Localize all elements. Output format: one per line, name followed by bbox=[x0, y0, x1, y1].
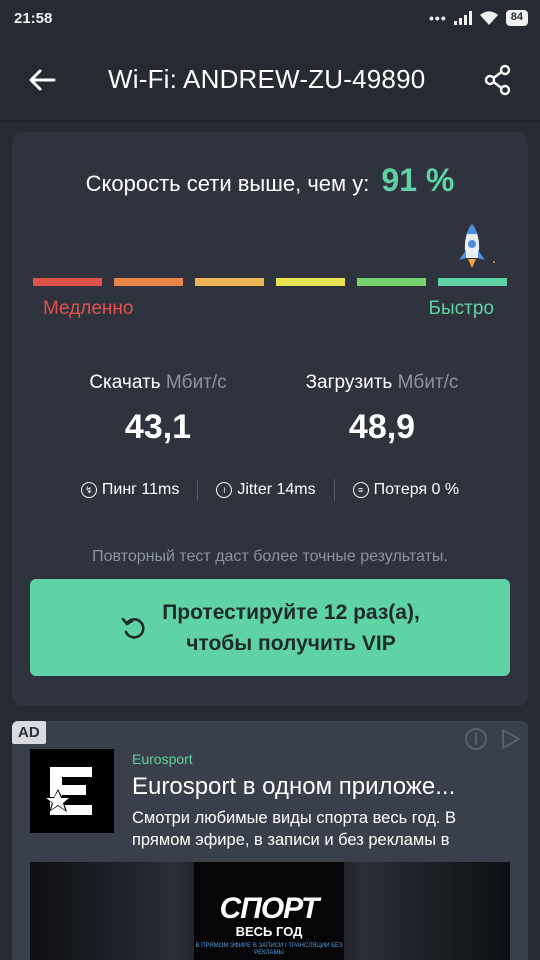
ad-media[interactable]: СПОРТ ВЕСЬ ГОД В ПРЯМОМ ЭФИРЕ В ЗАПИСИ І… bbox=[30, 862, 510, 960]
page-title: Wi-Fi: ANDREW-ZU-49890 bbox=[108, 64, 426, 94]
ping-icon: ↯ bbox=[80, 482, 97, 498]
faster-than-percent: 91 % bbox=[381, 162, 455, 198]
ping-stat: ↯ Пинг 11ms bbox=[63, 481, 198, 499]
scale-segment bbox=[438, 278, 507, 286]
upload-metric: Загрузить Мбит/с 48,9 bbox=[262, 372, 502, 447]
app-header: Wi-Fi: ANDREW-ZU-49890 bbox=[0, 36, 540, 122]
loss-value: Потеря 0 % bbox=[373, 481, 460, 498]
eurosport-logo bbox=[30, 749, 114, 833]
more-notifications-icon: ••• bbox=[429, 10, 447, 26]
signal-icon bbox=[453, 11, 472, 25]
back-arrow-icon[interactable] bbox=[26, 64, 58, 96]
retest-vip-button[interactable]: Протестируйте 12 раз(а), чтобы получить … bbox=[30, 579, 510, 676]
ad-description: Смотри любимые виды спорта весь год. В п… bbox=[132, 809, 457, 849]
scale-segment bbox=[114, 278, 183, 286]
upload-label: Загрузить bbox=[305, 372, 393, 393]
loss-stat: ≡ Потеря 0 % bbox=[335, 481, 478, 499]
poster-caption: В ПРЯМОМ ЭФИРЕ В ЗАПИСИ І ТРАНСЛЯЦИИ БЕЗ… bbox=[195, 943, 343, 956]
download-value: 43,1 bbox=[124, 408, 192, 446]
slow-label: Медленно bbox=[43, 298, 134, 319]
wifi-icon bbox=[479, 11, 498, 25]
refresh-icon bbox=[121, 617, 145, 639]
share-icon[interactable] bbox=[483, 64, 513, 96]
ad-card[interactable]: AD Eurosport Eurosport в одном приложе..… bbox=[12, 721, 528, 960]
packet-loss-icon: ≡ bbox=[352, 482, 369, 498]
download-unit: Мбит/с bbox=[165, 372, 227, 393]
ad-badge: AD bbox=[12, 721, 46, 744]
speed-scale bbox=[33, 278, 507, 286]
battery-icon: 84 bbox=[505, 10, 528, 26]
scale-segment bbox=[357, 278, 426, 286]
adchoices-icon[interactable] bbox=[498, 727, 522, 751]
poster-subtitle: ВЕСЬ ГОД bbox=[235, 924, 303, 939]
jitter-value: Jitter 14ms bbox=[237, 481, 316, 498]
download-label: Скачать bbox=[89, 372, 161, 393]
ad-brand: Eurosport bbox=[132, 751, 193, 767]
ad-poster: СПОРТ ВЕСЬ ГОД В ПРЯМОМ ЭФИРЕ В ЗАПИСИ І… bbox=[194, 862, 344, 960]
network-stats: ↯ Пинг 11ms ≀ Jitter 14ms ≡ Потеря 0 % bbox=[12, 478, 528, 502]
scale-segment bbox=[195, 278, 264, 286]
download-metric: Скачать Мбит/с 43,1 bbox=[38, 372, 278, 447]
jitter-icon: ≀ bbox=[216, 482, 233, 498]
fast-label: Быстро bbox=[428, 298, 494, 319]
retest-vip-label: Протестируйте 12 раз(а), чтобы получить … bbox=[162, 600, 420, 655]
ad-title[interactable]: Eurosport в одном приложе... bbox=[132, 773, 502, 801]
status-icons: ••• 84 bbox=[429, 10, 528, 26]
scale-segment bbox=[33, 278, 102, 286]
upload-value: 48,9 bbox=[348, 408, 416, 446]
scale-segment bbox=[276, 278, 345, 286]
faster-than-line: Скорость сети выше, чем у: 91 % bbox=[12, 162, 528, 199]
rocket-icon bbox=[459, 224, 495, 268]
retest-hint: Повторный тест даст более точные результ… bbox=[92, 548, 448, 565]
result-card: Скорость сети выше, чем у: 91 % Медленно… bbox=[12, 132, 528, 706]
faster-than-label: Скорость сети выше, чем у: bbox=[85, 171, 370, 196]
status-bar: 21:58 ••• 84 bbox=[0, 0, 540, 36]
info-icon[interactable] bbox=[464, 727, 488, 751]
status-time: 21:58 bbox=[14, 9, 53, 27]
ping-value: Пинг 11ms bbox=[101, 481, 180, 498]
header-divider bbox=[0, 120, 540, 122]
poster-title: СПОРТ bbox=[219, 892, 320, 925]
upload-unit: Мбит/с bbox=[397, 372, 459, 393]
jitter-stat: ≀ Jitter 14ms bbox=[198, 481, 333, 499]
